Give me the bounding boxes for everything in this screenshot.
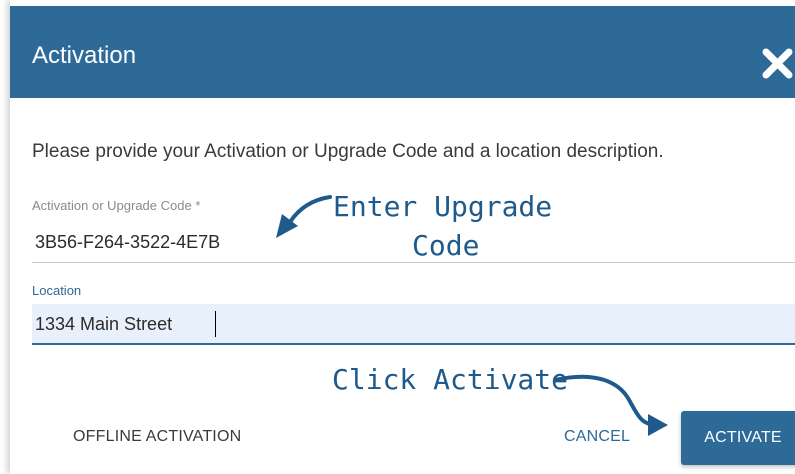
instructions-text: Please provide your Activation or Upgrad… [32, 141, 664, 162]
location-field-label: Location [32, 283, 82, 298]
annotation-click-activate: Click Activate [332, 363, 569, 396]
close-icon[interactable] [760, 46, 795, 81]
dialog-title: Activation [32, 42, 137, 69]
annotation-enter-upgrade: Enter Upgrade [333, 190, 553, 223]
activate-button[interactable]: ACTIVATE [681, 411, 795, 465]
annotation-code: Code [412, 229, 480, 262]
dialog-header: Activation [10, 6, 795, 98]
code-field-label: Activation or Upgrade Code * [32, 198, 201, 213]
activate-button-label: ACTIVATE [704, 429, 782, 446]
activation-code-value: 3B56-F264-3522-4E7B [35, 232, 221, 252]
text-caret [215, 311, 216, 337]
activation-dialog: Activation Please provide your Activatio… [10, 0, 795, 474]
location-value: 1334 Main Street [35, 314, 173, 334]
location-input[interactable]: 1334 Main Street [32, 304, 795, 345]
offline-activation-button[interactable]: OFFLINE ACTIVATION [73, 428, 241, 446]
cancel-button[interactable]: CANCEL [564, 428, 630, 446]
